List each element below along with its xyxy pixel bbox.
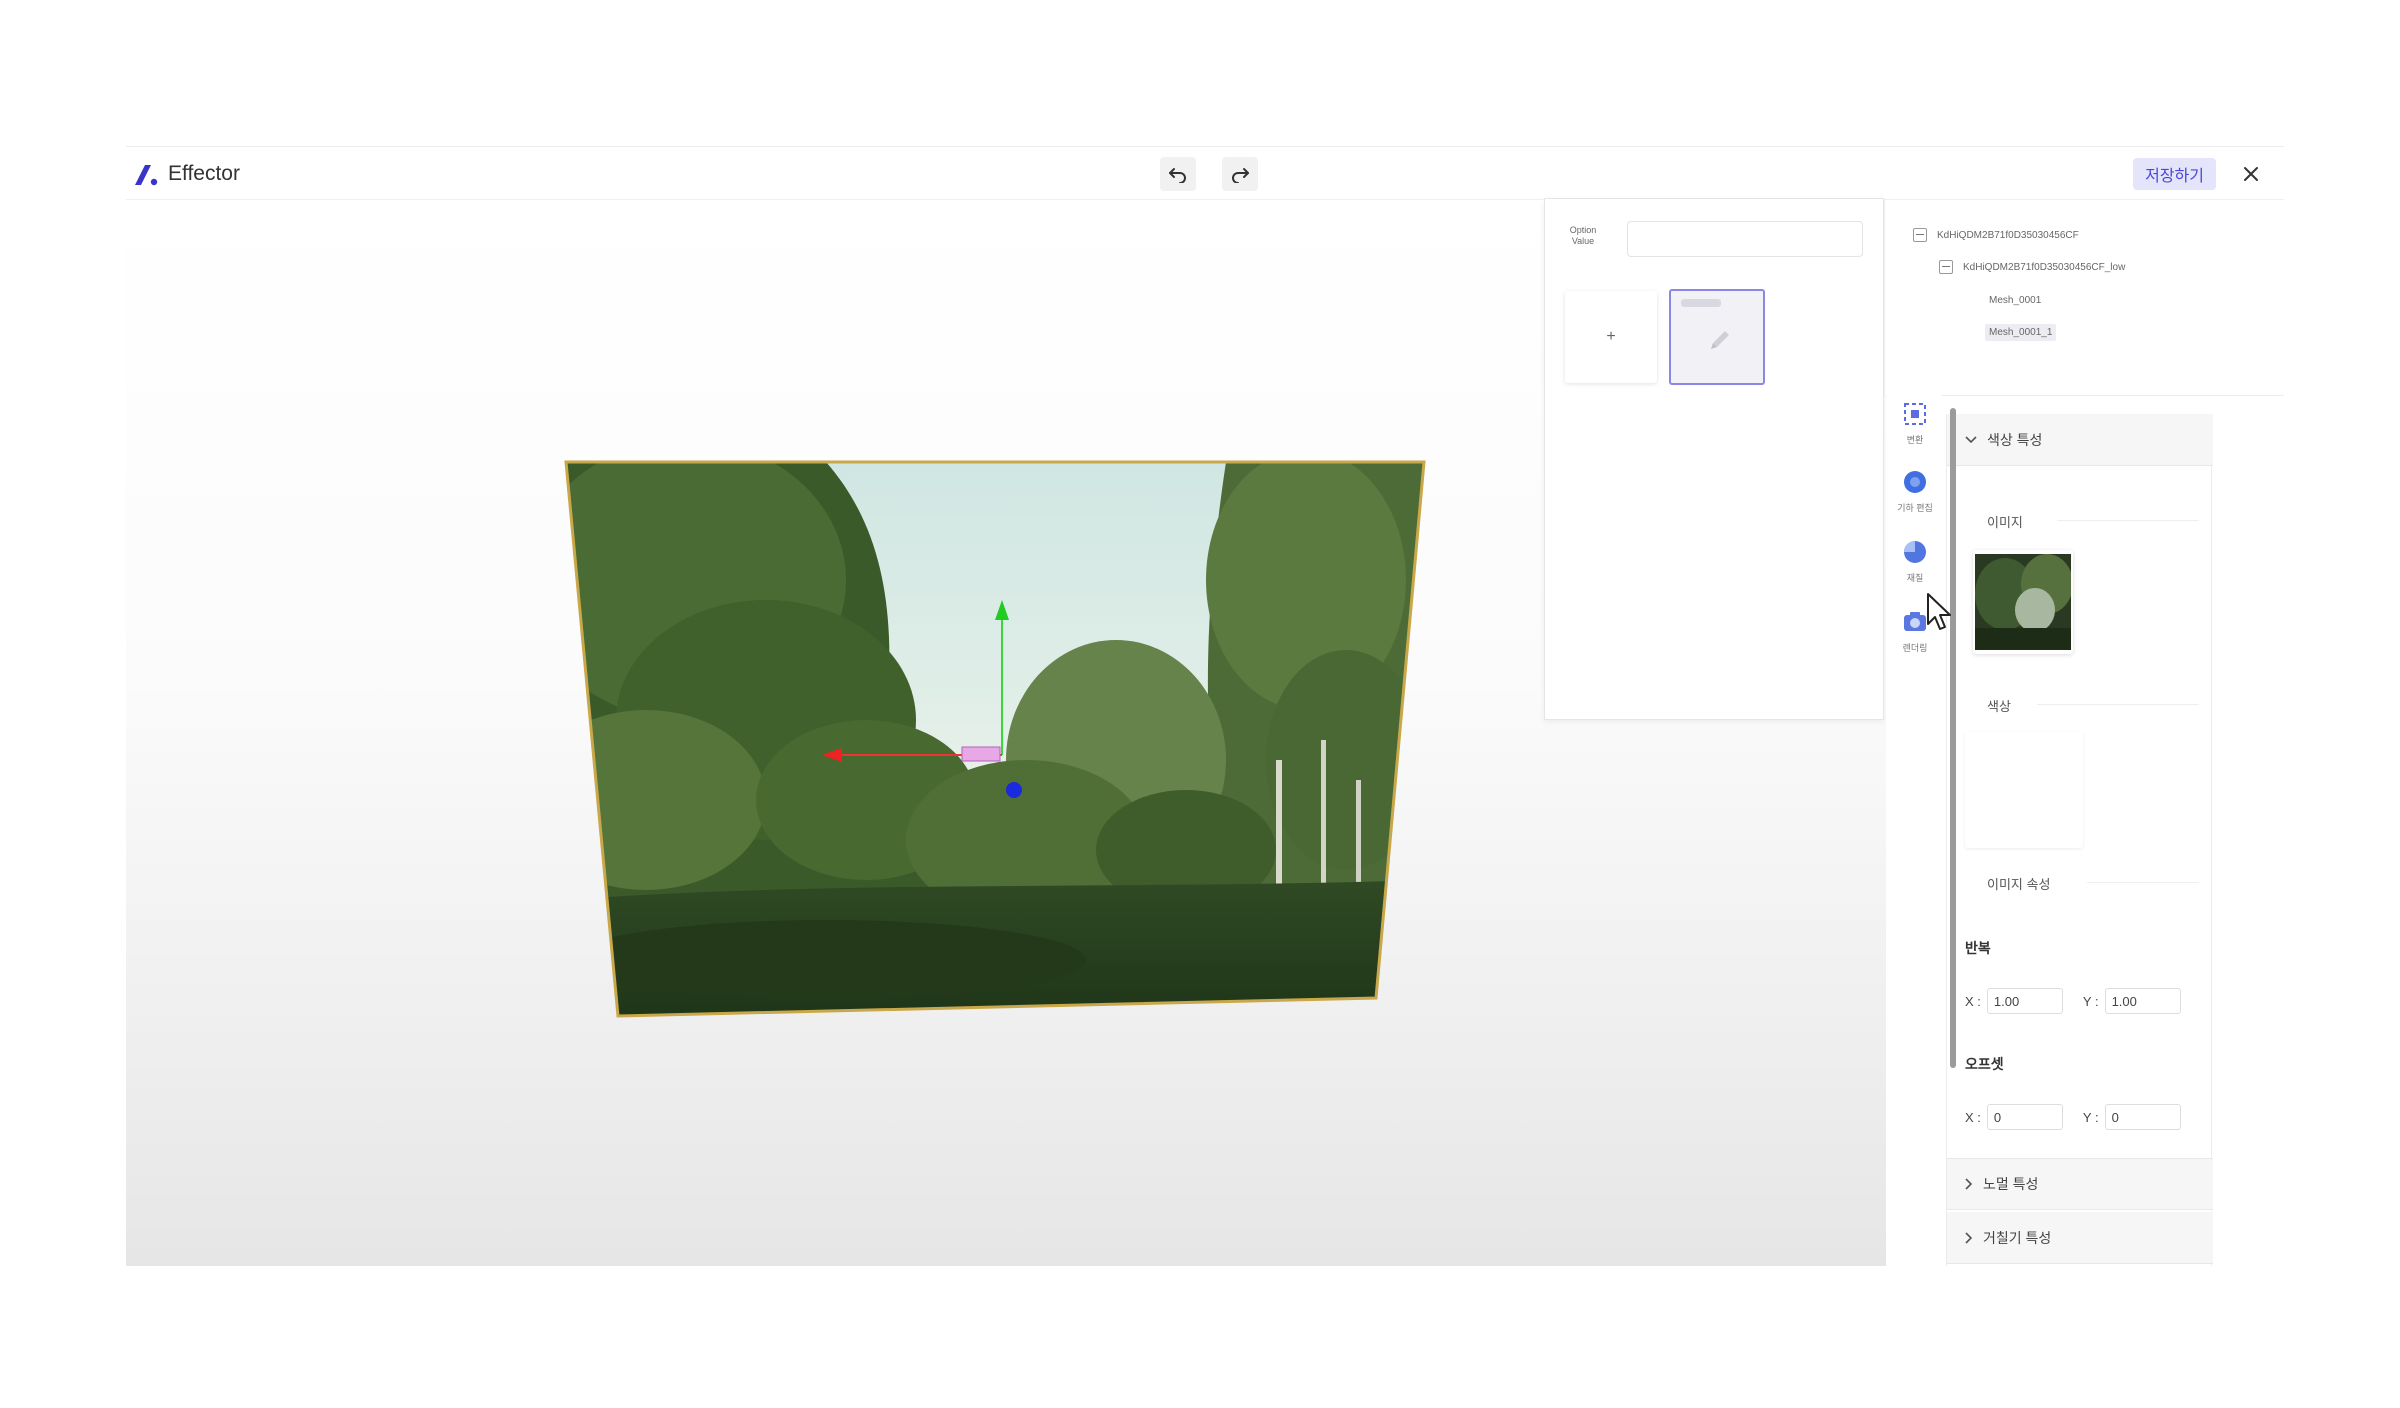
tree-node-root[interactable]: KdHiQDM2B71f0D35030456CF <box>1913 228 2079 242</box>
repeat-x-input[interactable]: 1.00 <box>1986 988 2063 1014</box>
collapse-icon[interactable] <box>1913 228 1927 242</box>
image-thumbnail[interactable] <box>1973 550 2073 654</box>
repeat-y-input[interactable]: 1.00 <box>2104 988 2181 1014</box>
tree-node-label: KdHiQDM2B71f0D35030456CF <box>1937 229 2079 241</box>
tool-label: 변환 <box>1906 435 1924 445</box>
material-icon <box>1904 541 1926 563</box>
effector-app: Effector 저장하기 Option Value + KdHiQDM2B71… <box>126 146 2284 1266</box>
normal-section-header[interactable]: 노멀 특성 <box>1947 1158 2213 1210</box>
add-option-button[interactable]: + <box>1565 291 1657 383</box>
image-label: 이미지 <box>1987 515 2023 530</box>
roughness-section-title: 거칠기 특성 <box>1983 1229 2052 1246</box>
properties-scrollbar[interactable] <box>1950 408 1956 1068</box>
tree-node-child[interactable]: KdHiQDM2B71f0D35030456CF_low <box>1939 260 2125 274</box>
color-section-title: 색상 특성 <box>1987 431 2043 448</box>
right-panel: KdHiQDM2B71f0D35030456CF KdHiQDM2B71f0D3… <box>1884 200 2284 1266</box>
app-title: Effector <box>168 162 240 185</box>
chevron-right-icon <box>1965 1231 1973 1244</box>
repeat-label: 반복 <box>1965 940 1991 956</box>
undo-button[interactable] <box>1160 157 1196 191</box>
close-button[interactable] <box>2236 159 2266 189</box>
tree-leaf-mesh-0001[interactable]: Mesh_0001 <box>1985 292 2045 309</box>
color-swatch[interactable] <box>1965 732 2083 848</box>
redo-button[interactable] <box>1222 157 1258 191</box>
tool-label: 기하 편집 <box>1897 503 1933 513</box>
tree-leaf-mesh-0001-1[interactable]: Mesh_0001_1 <box>1985 324 2057 341</box>
option-panel: Option Value + <box>1544 198 1884 720</box>
selected-option-tile[interactable] <box>1669 289 1765 385</box>
option-value-label: Option Value <box>1569 225 1597 246</box>
mouse-cursor-icon <box>1927 593 1951 630</box>
tool-label: 재질 <box>1906 573 1924 583</box>
chevron-right-icon <box>1965 1178 1973 1190</box>
offset-x-label: X : <box>1965 1109 1981 1125</box>
collapse-icon[interactable] <box>1939 260 1953 274</box>
tool-geometry-edit[interactable]: 기하 편집 <box>1894 468 1936 513</box>
image-props-label: 이미지 속성 <box>1987 877 2051 892</box>
scene-tree: KdHiQDM2B71f0D35030456CF KdHiQDM2B71f0D3… <box>1884 200 2284 396</box>
repeat-row: X : 1.00 Y : 1.00 <box>1965 988 2181 1014</box>
texture-preview <box>1975 554 2071 650</box>
tree-node-label: KdHiQDM2B71f0D35030456CF_low <box>1963 261 2126 273</box>
repeat-x-label: X : <box>1965 993 1981 1009</box>
transform-icon <box>1904 403 1926 425</box>
edit-icon <box>1681 299 1729 349</box>
top-bar: Effector 저장하기 <box>126 146 2284 200</box>
tool-label: 렌더링 <box>1902 643 1928 653</box>
camera-icon <box>1904 612 1926 631</box>
redo-icon <box>1232 168 1249 183</box>
save-button[interactable]: 저장하기 <box>2133 158 2216 190</box>
tool-strip: 변환 기하 편집 재질 렌더링 <box>1886 394 1942 1266</box>
offset-row: X : 0 Y : 0 <box>1965 1104 2181 1130</box>
tool-transform[interactable]: 변환 <box>1894 400 1936 445</box>
offset-y-input[interactable]: 0 <box>2104 1104 2181 1130</box>
undo-icon <box>1169 168 1186 183</box>
roughness-section-header[interactable]: 거칠기 특성 <box>1947 1212 2213 1264</box>
app-logo: Effector <box>132 161 240 187</box>
offset-y-label: Y : <box>2082 1109 2099 1125</box>
effector-logo-icon <box>135 165 158 186</box>
close-icon <box>2244 167 2258 181</box>
offset-x-input[interactable]: 0 <box>1986 1104 2063 1130</box>
normal-section-title: 노멀 특성 <box>1983 1176 2039 1192</box>
material-properties: 색상 특성 이미지 색상 이미지 속성 반복 X : 1.00 Y: 1.00… <box>1946 414 2213 1266</box>
option-value-input[interactable] <box>1627 221 1863 257</box>
geometry-edit-icon <box>1904 471 1926 493</box>
chevron-down-icon <box>1965 435 1977 443</box>
color-section-header[interactable]: 색상 특성 <box>1947 414 2213 466</box>
repeat-y-label: Y : <box>2082 993 2099 1009</box>
offset-label: 오프셋 <box>1965 1056 2004 1072</box>
tool-material[interactable]: 재질 <box>1894 538 1936 583</box>
color-label: 색상 <box>1987 699 2011 714</box>
